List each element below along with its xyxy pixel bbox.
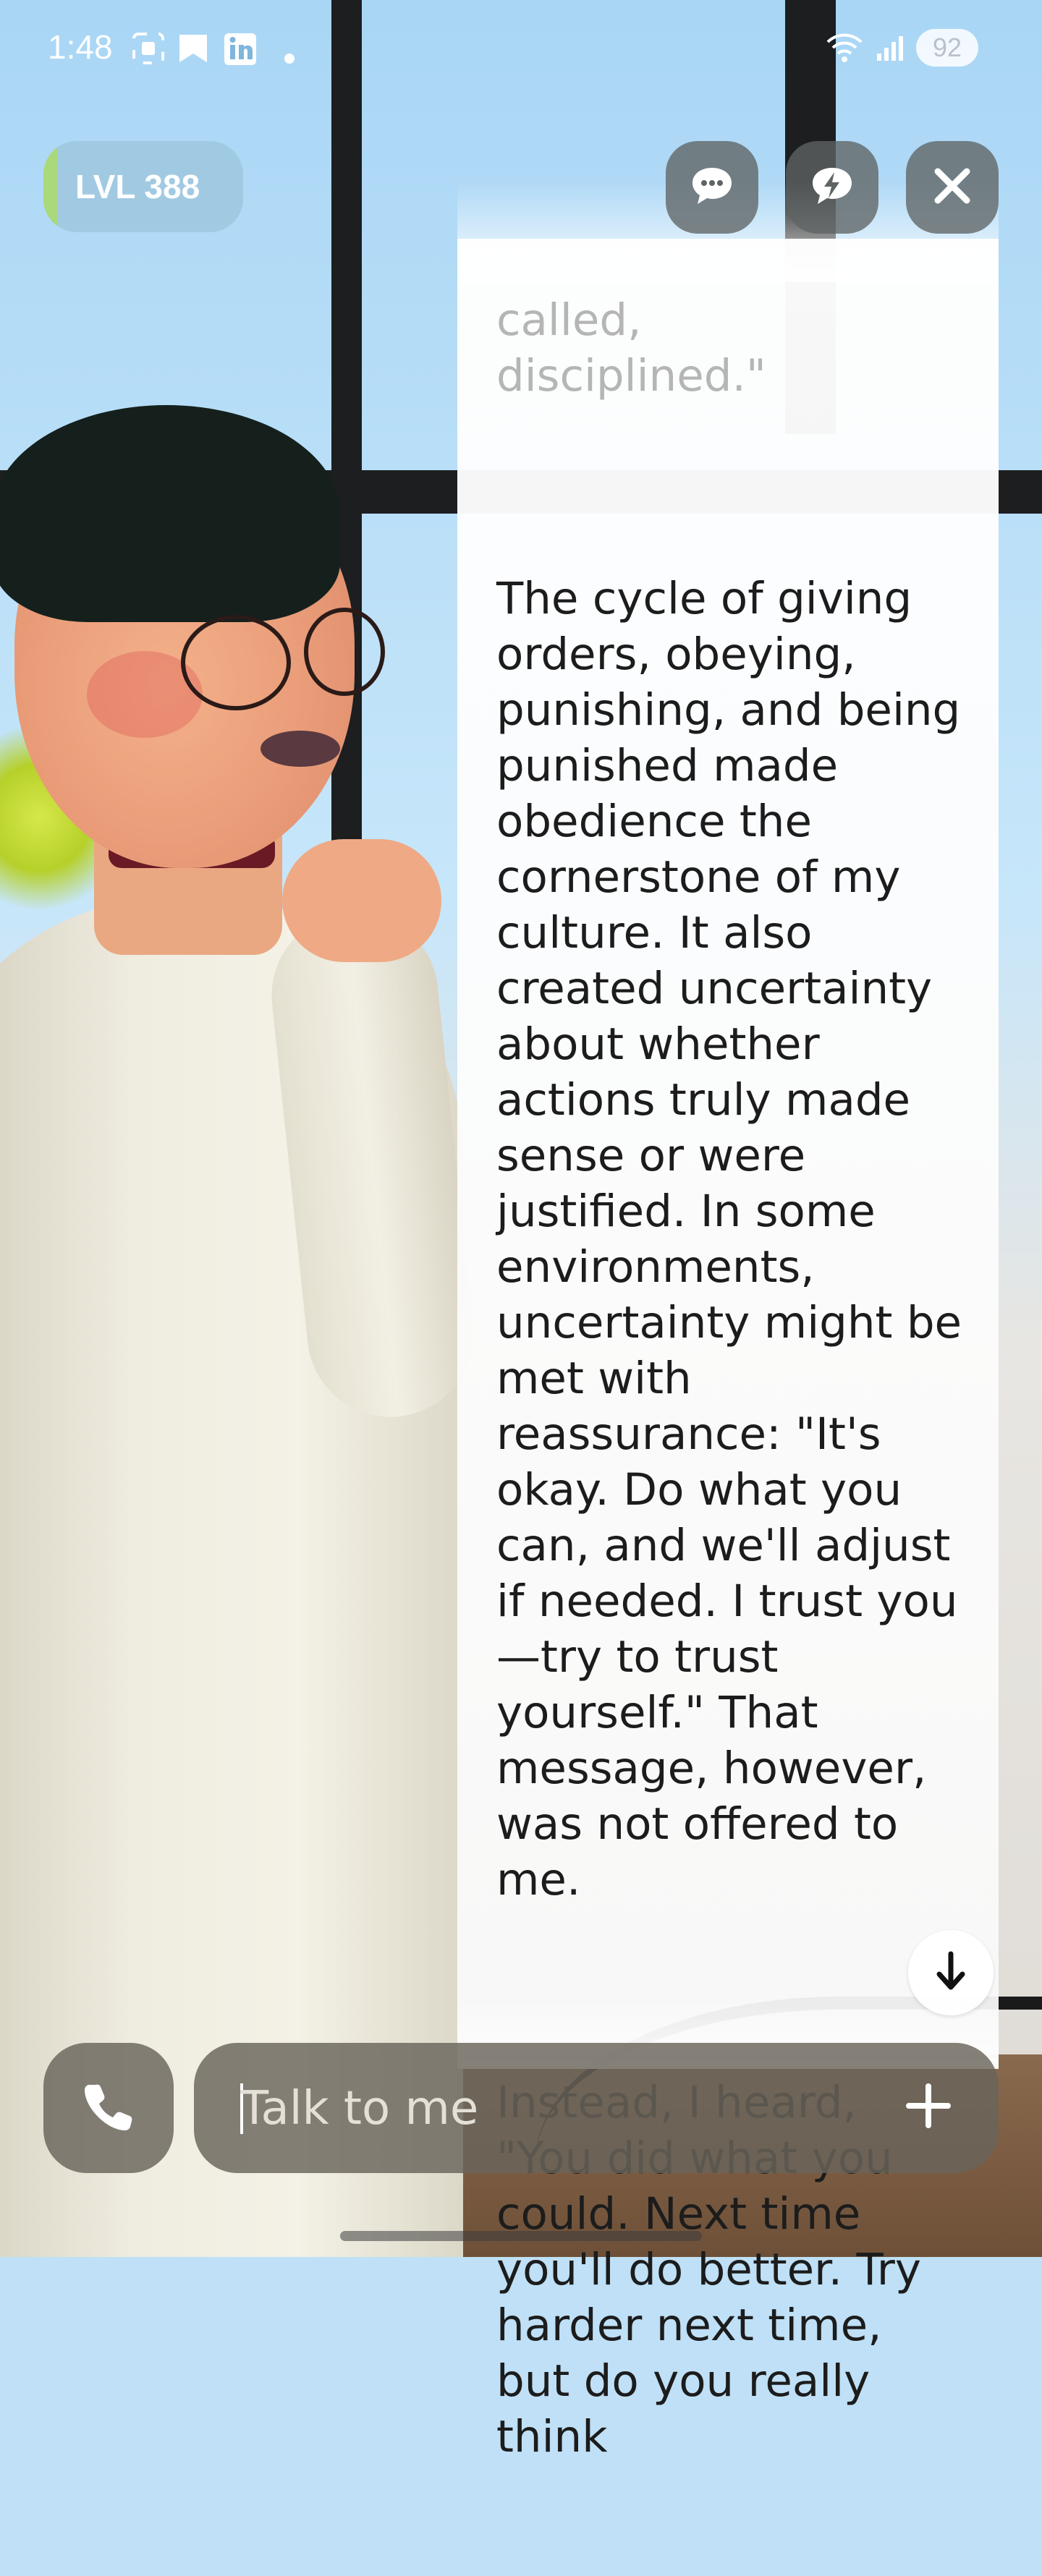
message-faded-line: called,	[496, 294, 642, 346]
screenshot-icon	[132, 32, 165, 70]
bookmark-icon	[177, 32, 210, 70]
call-button[interactable]	[43, 2043, 174, 2173]
linkedin-icon	[223, 32, 258, 72]
plus-icon	[905, 2082, 952, 2133]
message-faded-line: disciplined."	[496, 350, 766, 401]
avatar-hand	[282, 839, 441, 962]
add-button[interactable]	[897, 2076, 960, 2138]
message-input[interactable]	[239, 2043, 878, 2175]
close-icon	[932, 166, 973, 209]
avatar-glasses	[181, 615, 291, 710]
message-paragraph: The cycle of giving orders, obeying, pun…	[496, 573, 962, 1905]
status-time: 1:48	[48, 28, 113, 66]
message-text: called, disciplined." The cycle of giving…	[496, 181, 967, 2576]
home-indicator[interactable]	[340, 2231, 702, 2241]
status-bar: 1:48 92	[0, 0, 1042, 94]
avatar-lips	[260, 731, 340, 767]
scroll-down-button[interactable]	[908, 1930, 994, 2015]
close-button[interactable]	[906, 141, 999, 234]
message-input-container[interactable]	[194, 2043, 999, 2175]
avatar-glasses	[304, 608, 385, 696]
level-label: LVL 388	[75, 168, 200, 205]
level-badge[interactable]: LVL 388	[43, 141, 243, 232]
lightning-bubble-icon	[810, 165, 855, 210]
battery-indicator: 92	[916, 29, 978, 67]
chat-bubble-icon	[690, 165, 734, 210]
avatar-hair	[0, 405, 340, 622]
quick-action-button[interactable]	[786, 141, 878, 234]
phone-icon	[82, 2080, 135, 2135]
signal-icon	[874, 32, 906, 69]
window-frame	[331, 0, 362, 904]
chat-button[interactable]	[666, 141, 758, 234]
level-progress-fill	[43, 141, 58, 232]
wifi-icon	[825, 32, 864, 69]
arrow-down-icon	[935, 1951, 967, 1994]
dot-icon	[284, 41, 295, 69]
